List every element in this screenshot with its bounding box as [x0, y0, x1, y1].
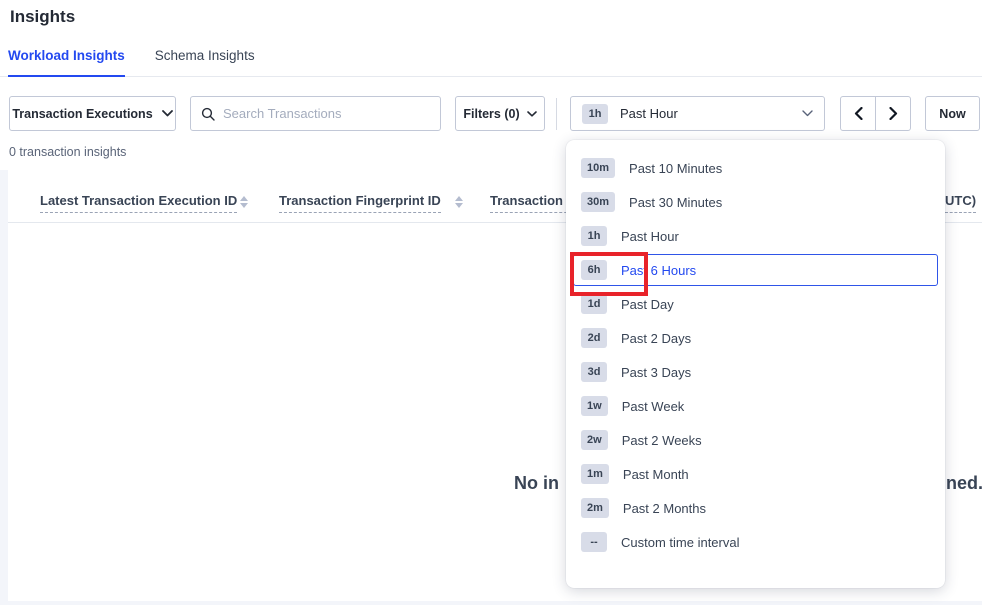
tab-workload-insights[interactable]: Workload Insights [8, 48, 125, 77]
time-option-badge: 3d [581, 362, 607, 382]
time-back-button[interactable] [840, 96, 876, 131]
page-background-strip-bottom [0, 601, 982, 605]
time-range-label: Past Hour [620, 106, 802, 121]
time-option-label: Past Hour [621, 229, 679, 244]
time-option-label: Past 2 Weeks [622, 433, 702, 448]
time-option-label: Past 10 Minutes [629, 161, 722, 176]
sort-icon[interactable] [455, 196, 463, 208]
time-option-custom-time-interval[interactable]: -- Custom time interval [573, 526, 938, 558]
time-range-dropdown: 10m Past 10 Minutes 30m Past 30 Minutes … [566, 140, 945, 588]
insights-count: 0 transaction insights [9, 145, 126, 159]
chevron-right-icon [889, 107, 898, 120]
time-option-badge: 1w [581, 396, 608, 416]
chevron-left-icon [854, 107, 863, 120]
insight-type-select[interactable]: Transaction Executions [9, 96, 176, 131]
time-option-past-6-hours[interactable]: 6h Past 6 Hours [573, 254, 938, 286]
time-option-label: Custom time interval [621, 535, 739, 550]
time-option-past-2-days[interactable]: 2d Past 2 Days [573, 322, 938, 354]
time-option-past-3-days[interactable]: 3d Past 3 Days [573, 356, 938, 388]
time-range-select[interactable]: 1h Past Hour [570, 96, 825, 131]
time-forward-button[interactable] [875, 96, 911, 131]
page-background-strip-left [0, 170, 8, 605]
toolbar-divider [556, 98, 557, 130]
time-option-badge: 30m [581, 192, 615, 212]
sort-icon[interactable] [240, 196, 248, 208]
column-header-transaction-fingerprint-id[interactable]: Transaction Fingerprint ID [279, 193, 441, 213]
time-option-past-2-weeks[interactable]: 2w Past 2 Weeks [573, 424, 938, 456]
time-range-badge: 1h [582, 104, 608, 124]
insights-page: Insights Workload Insights Schema Insigh… [0, 0, 982, 605]
time-option-badge: 1h [581, 226, 607, 246]
time-option-badge: 2m [581, 498, 609, 518]
tab-schema-insights[interactable]: Schema Insights [155, 48, 255, 77]
tab-bar: Workload Insights Schema Insights [8, 48, 285, 77]
empty-state-text-right: ned. [946, 473, 982, 494]
time-option-label: Past 3 Days [621, 365, 691, 380]
chevron-down-icon [527, 111, 537, 117]
time-option-past-2-months[interactable]: 2m Past 2 Months [573, 492, 938, 524]
time-option-label: Past 2 Days [621, 331, 691, 346]
time-option-badge: 10m [581, 158, 615, 178]
time-option-badge: 1m [581, 464, 609, 484]
time-option-past-day[interactable]: 1d Past Day [573, 288, 938, 320]
filters-button[interactable]: Filters (0) [455, 96, 545, 131]
time-option-label: Past 2 Months [623, 501, 706, 516]
now-button-label: Now [939, 107, 965, 121]
time-option-badge: -- [581, 532, 607, 552]
column-header-latest-transaction-execution-id[interactable]: Latest Transaction Execution ID [40, 193, 237, 213]
column-header-utc-clipped[interactable]: UTC) [945, 193, 976, 213]
time-option-label: Past Week [622, 399, 685, 414]
page-title: Insights [10, 7, 75, 27]
time-option-label: Past Month [623, 467, 689, 482]
time-option-past-hour[interactable]: 1h Past Hour [573, 220, 938, 252]
time-option-badge: 6h [581, 260, 607, 280]
chevron-down-icon [802, 110, 813, 117]
time-option-badge: 2d [581, 328, 607, 348]
time-option-past-10-minutes[interactable]: 10m Past 10 Minutes [573, 152, 938, 184]
time-option-badge: 1d [581, 294, 607, 314]
time-option-label: Past 6 Hours [621, 263, 696, 278]
insight-type-select-label: Transaction Executions [12, 107, 152, 121]
time-option-badge: 2w [581, 430, 608, 450]
filters-button-label: Filters (0) [463, 107, 519, 121]
time-option-past-30-minutes[interactable]: 30m Past 30 Minutes [573, 186, 938, 218]
search-input[interactable] [223, 106, 430, 121]
chevron-down-icon [162, 110, 173, 117]
time-option-past-week[interactable]: 1w Past Week [573, 390, 938, 422]
search-icon [201, 107, 215, 121]
time-option-past-month[interactable]: 1m Past Month [573, 458, 938, 490]
empty-state-text-left: No in [514, 473, 559, 494]
now-button[interactable]: Now [925, 96, 980, 131]
time-option-label: Past Day [621, 297, 674, 312]
search-transactions-box[interactable] [190, 96, 441, 131]
time-option-label: Past 30 Minutes [629, 195, 722, 210]
